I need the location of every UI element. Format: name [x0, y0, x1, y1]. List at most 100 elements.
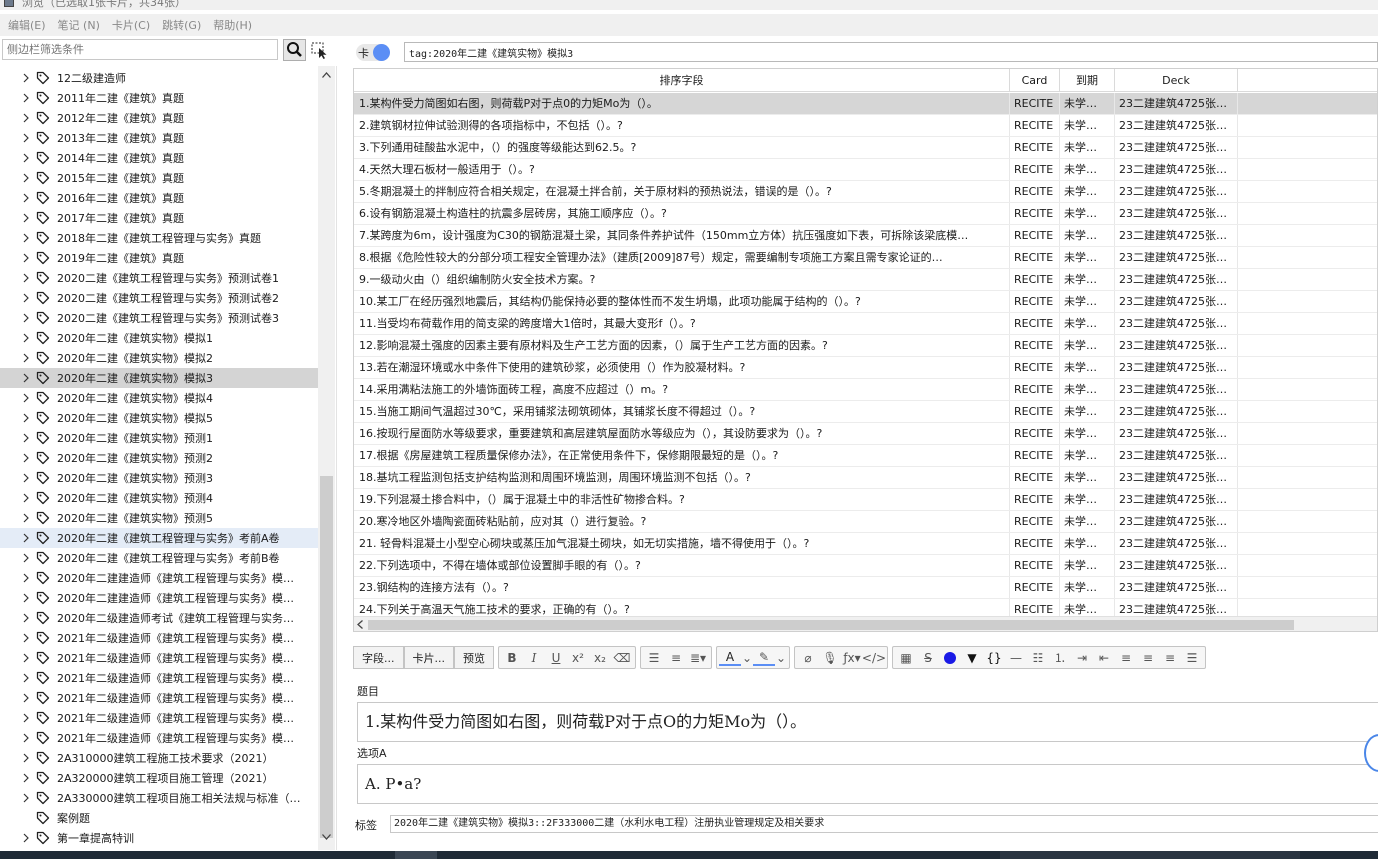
outdent-icon[interactable]: ⇤ [1093, 647, 1115, 668]
sidebar-tag-item[interactable]: 2020年二建《建筑实物》预测4 [0, 488, 318, 508]
text-color-icon[interactable]: A [719, 650, 741, 666]
table-row[interactable]: 8.根据《危险性较大的分部分项工程安全管理办法》（建质[2009]87号）规定，… [354, 247, 1377, 269]
align-center-icon[interactable]: ≡ [1115, 647, 1137, 668]
highlight-icon[interactable]: ✎ [753, 650, 775, 666]
table-row[interactable]: 20.寒冷地区外墙陶瓷面砖粘贴前，应对其（）进行复验。? RECITE 未学… 23二… [354, 511, 1377, 533]
table-row[interactable]: 13.若在潮湿环境或水中条件下使用的建筑砂浆，必须使用（）作为胶凝材料。? REC… [354, 357, 1377, 379]
chevron-right-icon[interactable] [20, 332, 32, 344]
chevron-right-icon[interactable] [20, 632, 32, 644]
column-header-sort-field[interactable]: 排序字段 [354, 69, 1010, 92]
list-ordered-icon[interactable]: ⒈ [1049, 647, 1071, 668]
superscript-icon[interactable]: x² [567, 647, 589, 668]
menu-help[interactable]: 帮助(H) [207, 17, 258, 33]
chevron-right-icon[interactable] [20, 652, 32, 664]
sidebar-tag-item[interactable]: 2020年二建《建筑实物》预测3 [0, 468, 318, 488]
bold-icon[interactable]: B [501, 647, 523, 668]
table-row[interactable]: 6.设有钢筋混凝土构造柱的抗震多层砖房，其施工顺序应（）。? RECITE 未学… 2… [354, 203, 1377, 225]
chevron-right-icon[interactable] [20, 492, 32, 504]
table-row[interactable]: 21. 轻骨料混凝土小型空心砌块或蒸压加气混凝土砌块，如无切实措施，墙不得使用于… [354, 533, 1377, 555]
table-scroll-thumb[interactable] [368, 620, 1294, 630]
sidebar-scrollbar[interactable] [318, 66, 335, 850]
chevron-right-icon[interactable] [20, 772, 32, 784]
scroll-down-icon[interactable] [322, 834, 331, 840]
chevron-right-icon[interactable] [20, 692, 32, 704]
sidebar-tag-item[interactable]: 2020二建《建筑工程管理与实务》预测试卷1 [0, 268, 318, 288]
preview-button[interactable]: 预览 [454, 646, 494, 669]
sidebar-tag-item[interactable]: 2017年二建《建筑》真题 [0, 208, 318, 228]
sidebar-tag-item[interactable]: 2011年二建《建筑》真题 [0, 88, 318, 108]
sidebar-tag-item[interactable]: 2020年二建《建筑工程管理与实务》考前A卷 [0, 528, 318, 548]
table-horizontal-scrollbar[interactable] [354, 616, 1377, 631]
taskbar-item[interactable] [1000, 851, 1300, 859]
sidebar-scroll-thumb[interactable] [320, 476, 333, 838]
taskbar-item[interactable] [395, 851, 437, 859]
table-row[interactable]: 11.当受均布荷载作用的简支梁的跨度增大1倍时，其最大变形f（）。? RECITE… [354, 313, 1377, 335]
sidebar-tag-item[interactable]: 2020年二建建造师《建筑工程管理与实务》模… [0, 588, 318, 608]
braces-icon[interactable]: {} [983, 647, 1005, 668]
chevron-right-icon[interactable] [20, 752, 32, 764]
sidebar-tag-item[interactable]: 2021年二级建造师《建筑工程管理与实务》模… [0, 648, 318, 668]
sidebar-tag-item[interactable]: 2A330000建筑工程项目施工相关法规与标准（… [0, 788, 318, 808]
field-editor-question[interactable]: 1.某构件受力简图如右图，则荷载P对于点O的力矩Mo为（）。 [357, 702, 1378, 742]
sidebar-tag-item[interactable]: 2020年二建《建筑实物》模拟3 [0, 368, 318, 388]
browser-search-input[interactable] [404, 42, 1378, 62]
chevron-right-icon[interactable] [20, 292, 32, 304]
highlight-dropdown-icon[interactable]: ⌄ [775, 647, 787, 668]
chevron-right-icon[interactable] [20, 572, 32, 584]
sidebar-filter-input[interactable] [2, 39, 278, 60]
text-color-dropdown-icon[interactable]: ⌄ [741, 647, 753, 668]
chevron-right-icon[interactable] [20, 452, 32, 464]
sidebar-tag-item[interactable]: 案例题 [0, 808, 318, 828]
sidebar-tag-item[interactable]: 2018年二建《建筑工程管理与实务》真题 [0, 228, 318, 248]
pane-splitter[interactable] [336, 66, 337, 850]
sidebar-tag-item[interactable]: 第一章提高特训 [0, 828, 318, 848]
table-row[interactable]: 14.采用满粘法施工的外墙饰面砖工程，高度不应超过（）m。? RECITE 未学… 2… [354, 379, 1377, 401]
table-row[interactable]: 7.某跨度为6m，设计强度为C30的钢筋混凝土梁，其同条件养护试件（150mm立… [354, 225, 1377, 247]
chevron-right-icon[interactable] [20, 372, 32, 384]
chevron-right-icon[interactable] [20, 412, 32, 424]
table-row[interactable]: 12.影响混凝土强度的因素主要有原材料及生产工艺方面的因素，（）属于生产工艺方面… [354, 335, 1377, 357]
chevron-right-icon[interactable] [20, 252, 32, 264]
html-editor-icon[interactable]: </> [862, 647, 886, 668]
table-row[interactable]: 9.一级动火由（）组织编制防火安全技术方案。? RECITE 未学… 23二建建筑47… [354, 269, 1377, 291]
table-row[interactable]: 15.当施工期间气温超过30℃，采用铺浆法砌筑砌体，其铺浆长度不得超过（）。? R… [354, 401, 1377, 423]
bullet-list-icon[interactable]: ☰ [643, 647, 665, 668]
sidebar-tag-item[interactable]: 2021年二级建造师《建筑工程管理与实务》模… [0, 628, 318, 648]
table-row[interactable]: 19.下列混凝土掺合料中，（）属于混凝土中的非活性矿物掺合料。? RECITE 未学… [354, 489, 1377, 511]
align-right-icon[interactable]: ≡ [1159, 647, 1181, 668]
chevron-right-icon[interactable] [20, 212, 32, 224]
sidebar-tag-item[interactable]: 2014年二建《建筑》真题 [0, 148, 318, 168]
table-row[interactable]: 2.建筑钢材拉伸试验测得的各项指标中，不包括（）。? RECITE 未学… 23二建建… [354, 115, 1377, 137]
chevron-right-icon[interactable] [20, 792, 32, 804]
fields-button[interactable]: 字段... [353, 646, 404, 669]
scroll-up-icon[interactable] [322, 72, 331, 78]
menu-cards[interactable]: 卡片(C) [106, 17, 156, 33]
sidebar-tag-item[interactable]: 2020二建《建筑工程管理与实务》预测试卷2 [0, 288, 318, 308]
chevron-right-icon[interactable] [20, 732, 32, 744]
chevron-right-icon[interactable] [20, 472, 32, 484]
menu-go[interactable]: 跳转(G) [156, 17, 207, 33]
chevron-right-icon[interactable] [20, 132, 32, 144]
table-icon[interactable]: ▦ [895, 647, 917, 668]
sidebar-tag-item[interactable]: 2020年二建《建筑实物》模拟2 [0, 348, 318, 368]
sidebar-tag-item[interactable]: 2020年二建《建筑实物》预测2 [0, 448, 318, 468]
sidebar-tag-item[interactable]: 2021年二级建造师《建筑工程管理与实务》模… [0, 728, 318, 748]
chevron-right-icon[interactable] [20, 512, 32, 524]
sidebar-tag-item[interactable]: 2020年二建《建筑实物》模拟4 [0, 388, 318, 408]
sidebar-tag-item[interactable]: 2020年二建《建筑实物》模拟5 [0, 408, 318, 428]
chevron-right-icon[interactable] [20, 312, 32, 324]
table-row[interactable]: 23.钢结构的连接方法有（）。? RECITE 未学… 23二建建筑4725张… [354, 577, 1377, 599]
chevron-right-icon[interactable] [20, 352, 32, 364]
align-justify-icon[interactable]: ☰ [1181, 647, 1203, 668]
chevron-right-icon[interactable] [20, 592, 32, 604]
table-row[interactable]: 16.按现行屋面防水等级要求，重要建筑和高层建筑屋面防水等级应为（），其设防要求… [354, 423, 1377, 445]
math-icon[interactable]: ƒx▾ [841, 647, 863, 668]
underline-icon[interactable]: U [545, 647, 567, 668]
chevron-right-icon[interactable] [20, 192, 32, 204]
sidebar-search-button[interactable] [283, 39, 306, 61]
sidebar-tag-item[interactable]: 2020年二建《建筑工程管理与实务》考前B卷 [0, 548, 318, 568]
record-audio-icon[interactable]: 🎙 [819, 647, 841, 668]
sidebar-select-tool-button[interactable] [310, 40, 330, 60]
column-header-card[interactable]: Card [1010, 69, 1060, 92]
sidebar-tag-item[interactable]: 2016年二建《建筑》真题 [0, 188, 318, 208]
